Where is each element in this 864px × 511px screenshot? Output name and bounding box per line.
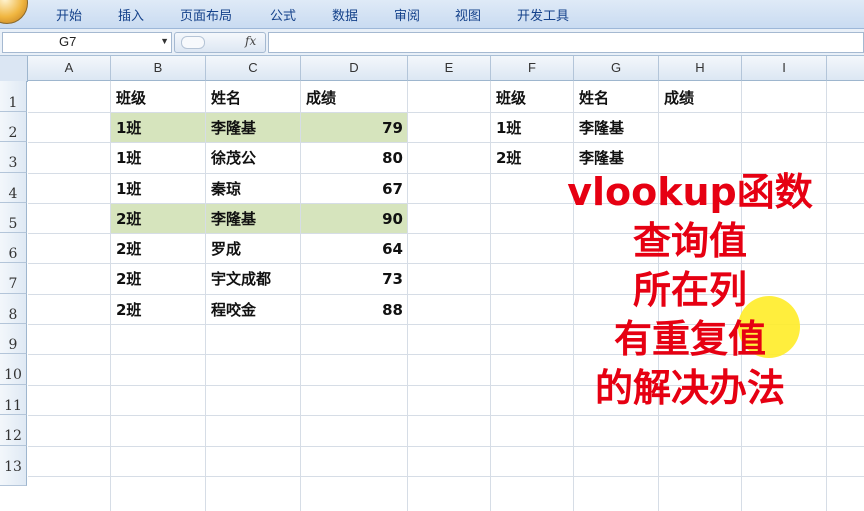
col-header-e[interactable]: E — [408, 56, 491, 81]
cell-b7[interactable]: 2班 — [116, 265, 141, 294]
cell-g1[interactable]: 姓名 — [579, 84, 609, 113]
name-box[interactable]: G7 ▼ — [2, 32, 172, 53]
cell-d7[interactable]: 73 — [301, 265, 403, 294]
tab-insert[interactable]: 插入 — [118, 5, 144, 24]
select-all-corner[interactable] — [0, 56, 28, 82]
cell-d2[interactable]: 79 — [301, 114, 403, 143]
ribbon: 开始 插入 页面布局 公式 数据 审阅 视图 开发工具 — [0, 0, 864, 29]
row-header-6[interactable]: 6 — [0, 233, 27, 263]
cell-f2[interactable]: 1班 — [496, 114, 521, 143]
office-button[interactable] — [0, 0, 28, 24]
tab-developer[interactable]: 开发工具 — [517, 5, 569, 24]
caption-line-1: vlookup函数 — [567, 170, 813, 214]
row-header-13[interactable]: 13 — [0, 446, 27, 486]
row-header-7[interactable]: 7 — [0, 263, 27, 294]
tab-data[interactable]: 数据 — [332, 5, 358, 24]
cell-b5[interactable]: 2班 — [116, 205, 141, 234]
formula-input[interactable] — [268, 32, 864, 53]
gridline — [407, 81, 408, 511]
col-header-partial[interactable] — [827, 56, 864, 81]
col-header-a[interactable]: A — [28, 56, 111, 81]
cell-d4[interactable]: 67 — [301, 175, 403, 204]
tab-review[interactable]: 审阅 — [394, 5, 420, 24]
row-header-2[interactable]: 2 — [0, 112, 27, 142]
cell-c3[interactable]: 徐茂公 — [211, 144, 256, 173]
cell-c2[interactable]: 李隆基 — [211, 114, 256, 143]
caption-line-5: 的解决办法 — [594, 366, 785, 410]
tab-home[interactable]: 开始 — [56, 5, 82, 24]
name-box-value: G7 — [59, 34, 77, 49]
row-header-10[interactable]: 10 — [0, 354, 27, 385]
cell-d6[interactable]: 64 — [301, 235, 403, 264]
row-header-8[interactable]: 8 — [0, 294, 27, 324]
gridline — [28, 446, 864, 447]
tab-page-layout[interactable]: 页面布局 — [180, 5, 232, 24]
video-caption-overlay: vlookup函数 查询值 所在列 有重复值 的解决办法 — [520, 168, 860, 413]
tab-formulas[interactable]: 公式 — [270, 5, 296, 24]
cell-f1[interactable]: 班级 — [496, 84, 526, 113]
gridline — [28, 112, 864, 113]
cell-c7[interactable]: 宇文成都 — [211, 265, 271, 294]
gridline — [28, 476, 864, 477]
cell-c5[interactable]: 李隆基 — [211, 205, 256, 234]
cell-c6[interactable]: 罗成 — [211, 235, 241, 264]
cell-b2[interactable]: 1班 — [116, 114, 141, 143]
cell-g2[interactable]: 李隆基 — [579, 114, 624, 143]
col-header-d[interactable]: D — [301, 56, 408, 81]
tab-view[interactable]: 视图 — [455, 5, 481, 24]
cell-b6[interactable]: 2班 — [116, 235, 141, 264]
cell-c8[interactable]: 程咬金 — [211, 296, 256, 325]
gridline — [110, 81, 111, 511]
cell-d8[interactable]: 88 — [301, 296, 403, 325]
caption-line-4: 有重复值 — [613, 317, 766, 361]
cell-b4[interactable]: 1班 — [116, 175, 141, 204]
row-header-11[interactable]: 11 — [0, 385, 27, 415]
col-header-f[interactable]: F — [491, 56, 574, 81]
cell-d1[interactable]: 成绩 — [306, 84, 336, 113]
gridline — [28, 142, 864, 143]
cell-b8[interactable]: 2班 — [116, 296, 141, 325]
cell-c4[interactable]: 秦琼 — [211, 175, 241, 204]
cell-f3[interactable]: 2班 — [496, 144, 521, 173]
row-header-3[interactable]: 3 — [0, 142, 27, 173]
gridline — [205, 81, 206, 511]
cell-h1[interactable]: 成绩 — [664, 84, 694, 113]
function-group: fx — [174, 32, 266, 53]
caption-line-2: 查询值 — [632, 219, 747, 263]
chevron-down-icon[interactable]: ▼ — [160, 36, 169, 46]
gridline — [28, 415, 864, 416]
formula-bar: G7 ▼ fx — [0, 29, 864, 56]
col-header-g[interactable]: G — [574, 56, 659, 81]
cell-c1[interactable]: 姓名 — [211, 84, 241, 113]
formula-bar-handle-icon[interactable] — [181, 36, 205, 49]
row-header-9[interactable]: 9 — [0, 324, 27, 354]
col-header-i[interactable]: I — [742, 56, 827, 81]
col-header-b[interactable]: B — [111, 56, 206, 81]
cell-b1[interactable]: 班级 — [116, 84, 146, 113]
cell-d5[interactable]: 90 — [301, 205, 403, 234]
gridline — [490, 81, 491, 511]
cell-d3[interactable]: 80 — [301, 144, 403, 173]
col-header-h[interactable]: H — [659, 56, 742, 81]
row-header-4[interactable]: 4 — [0, 173, 27, 203]
cell-b3[interactable]: 1班 — [116, 144, 141, 173]
row-header-1[interactable]: 1 — [0, 81, 27, 112]
insert-function-button[interactable]: fx — [245, 34, 256, 48]
row-header-5[interactable]: 5 — [0, 203, 27, 233]
row-header-12[interactable]: 12 — [0, 415, 27, 446]
caption-line-3: 所在列 — [632, 268, 747, 312]
col-header-c[interactable]: C — [206, 56, 301, 81]
